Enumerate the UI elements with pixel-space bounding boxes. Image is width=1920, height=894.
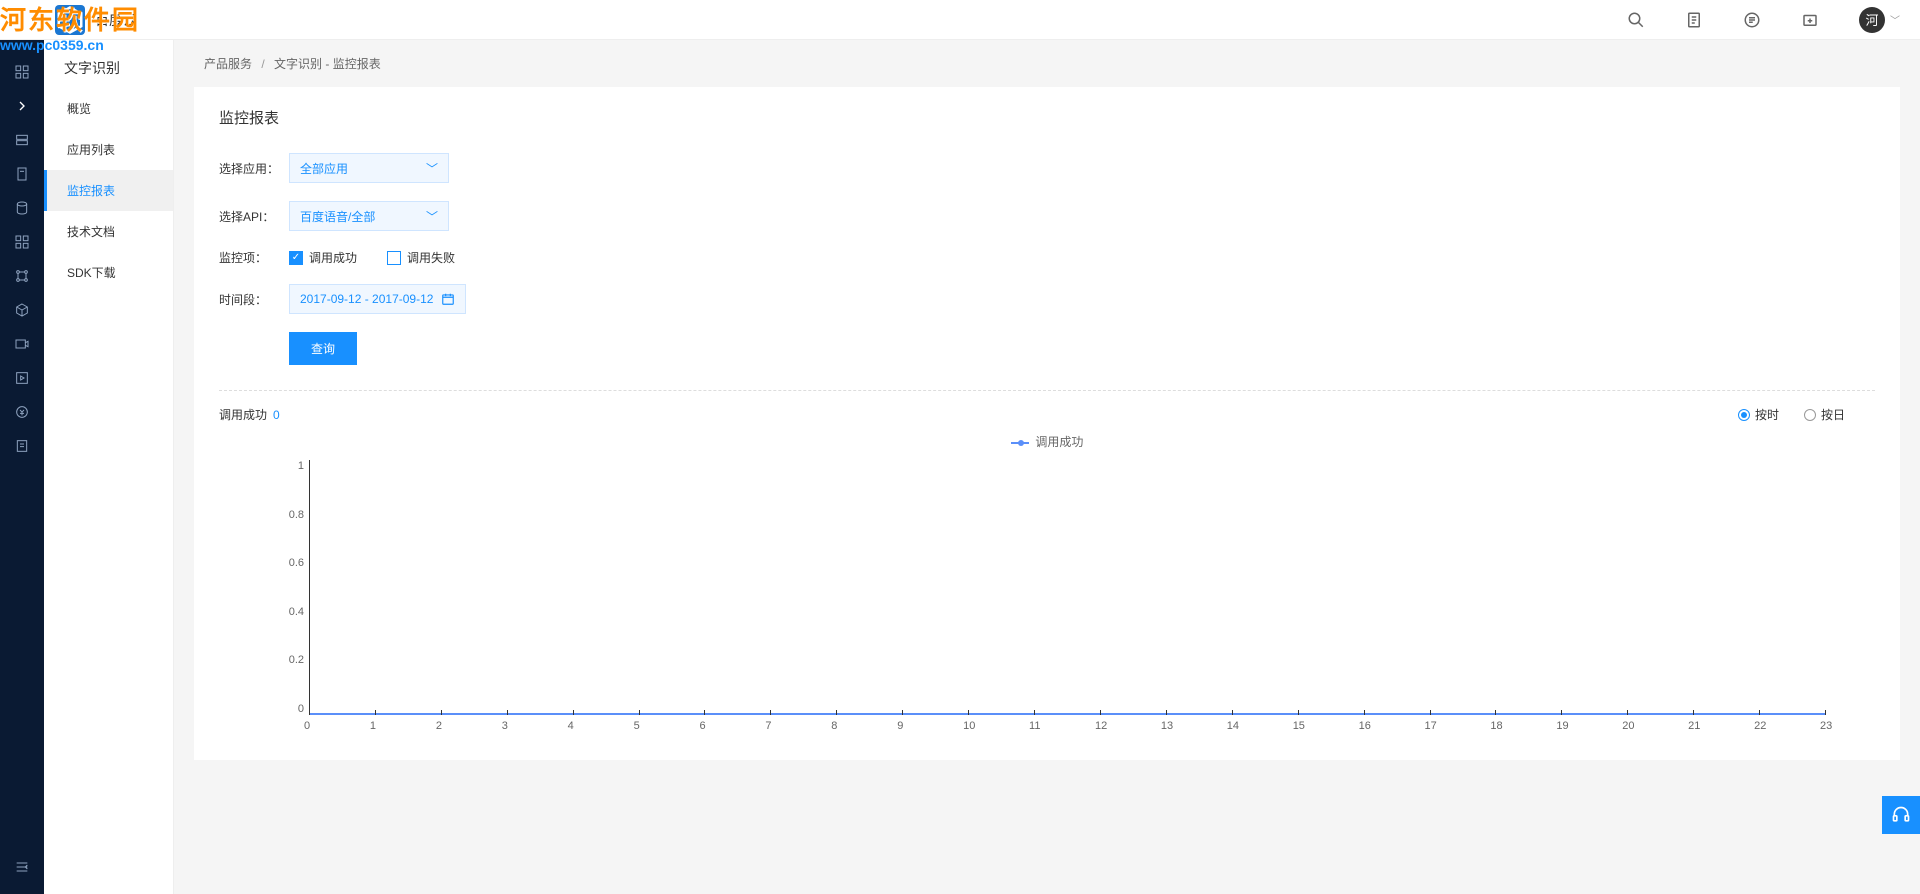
rail-file-icon[interactable]: [0, 157, 44, 191]
headset-icon: [1891, 805, 1911, 825]
chevron-down-icon: ﹀: [1890, 12, 1900, 27]
sidebar-item-apps[interactable]: 应用列表: [44, 129, 173, 170]
filter-card: 监控报表 选择应用： 全部应用 ﹀ 选择API： 百度语音/全部 ﹀ 监控项：: [194, 87, 1900, 760]
avatar: 河: [1859, 7, 1885, 33]
message-icon[interactable]: [1743, 11, 1761, 29]
calendar-icon: [441, 292, 455, 306]
select-app[interactable]: 全部应用 ﹀: [289, 153, 449, 183]
divider: [219, 390, 1875, 391]
select-api[interactable]: 百度语音/全部 ﹀: [289, 201, 449, 231]
main-content: 产品服务 / 文字识别 - 监控报表 监控报表 选择应用： 全部应用 ﹀ 选择A…: [174, 40, 1920, 894]
radio-unchecked-icon: [1804, 409, 1816, 421]
sidebar-title: 文字识别: [44, 40, 173, 88]
radio-checked-icon: [1738, 409, 1750, 421]
support-button[interactable]: [1882, 796, 1920, 834]
rail-nodes-icon[interactable]: [0, 259, 44, 293]
rail-collapse-icon[interactable]: [0, 850, 44, 884]
series-line: [309, 713, 1825, 715]
rail-apps-icon[interactable]: [0, 225, 44, 259]
rail-coin-icon[interactable]: [0, 395, 44, 429]
icon-rail: [0, 40, 44, 894]
rail-server-icon[interactable]: [0, 123, 44, 157]
sidebar-item-sdk[interactable]: SDK下载: [44, 252, 173, 293]
chart-count: 0: [273, 408, 280, 422]
y-axis: 1 0.8 0.6 0.4 0.2 0: [274, 460, 304, 715]
chart-legend: 调用成功: [219, 428, 1875, 460]
legend-marker-icon: [1011, 442, 1029, 444]
query-button[interactable]: 查询: [289, 332, 357, 365]
app-title: 百度云: [95, 10, 137, 30]
rail-video-icon[interactable]: [0, 327, 44, 361]
label-period: 时间段：: [219, 291, 289, 308]
checkbox-fail[interactable]: 调用失败: [387, 249, 455, 266]
plot-area: [309, 460, 1825, 715]
topbar: 百度云 河 ﹀: [0, 0, 1920, 40]
card-title: 监控报表: [219, 107, 1875, 128]
sidebar-item-monitor[interactable]: 监控报表: [44, 170, 173, 211]
checkbox-checked-icon: ✓: [289, 251, 303, 265]
date-range-picker[interactable]: 2017-09-12 - 2017-09-12: [289, 284, 466, 314]
radio-by-hour[interactable]: 按时: [1738, 406, 1779, 423]
rail-play-icon[interactable]: [0, 361, 44, 395]
checkbox-success[interactable]: ✓ 调用成功: [289, 249, 357, 266]
search-icon[interactable]: [1627, 11, 1645, 29]
chevron-down-icon: ﹀: [426, 160, 438, 177]
sidebar-item-overview[interactable]: 概览: [44, 88, 173, 129]
rail-report-icon[interactable]: [0, 429, 44, 463]
rail-cube-icon[interactable]: [0, 293, 44, 327]
sidebar: 文字识别 概览 应用列表 监控报表 技术文档 SDK下载: [44, 40, 174, 894]
label-metrics: 监控项：: [219, 249, 289, 266]
breadcrumb-current: 文字识别 - 监控报表: [274, 57, 381, 71]
breadcrumb-root[interactable]: 产品服务: [204, 57, 252, 71]
folder-icon[interactable]: [1801, 11, 1819, 29]
doc-icon[interactable]: [1685, 11, 1703, 29]
logo-icon: [55, 5, 85, 35]
chart-plot: 1 0.8 0.6 0.4 0.2 0 01234567891011121314…: [309, 460, 1825, 740]
rail-grid-icon[interactable]: [0, 55, 44, 89]
user-menu[interactable]: 河 ﹀: [1859, 7, 1900, 33]
breadcrumb: 产品服务 / 文字识别 - 监控报表: [194, 40, 1900, 87]
label-api: 选择API：: [219, 208, 289, 225]
chevron-down-icon: ﹀: [426, 208, 438, 225]
label-app: 选择应用：: [219, 160, 289, 177]
chart-title: 调用成功: [219, 406, 267, 423]
radio-by-day[interactable]: 按日: [1804, 406, 1845, 423]
rail-expand-icon[interactable]: [0, 89, 44, 123]
x-axis: 01234567891011121314151617181920212223: [309, 720, 1825, 740]
sidebar-item-docs[interactable]: 技术文档: [44, 211, 173, 252]
checkbox-unchecked-icon: [387, 251, 401, 265]
rail-db-icon[interactable]: [0, 191, 44, 225]
